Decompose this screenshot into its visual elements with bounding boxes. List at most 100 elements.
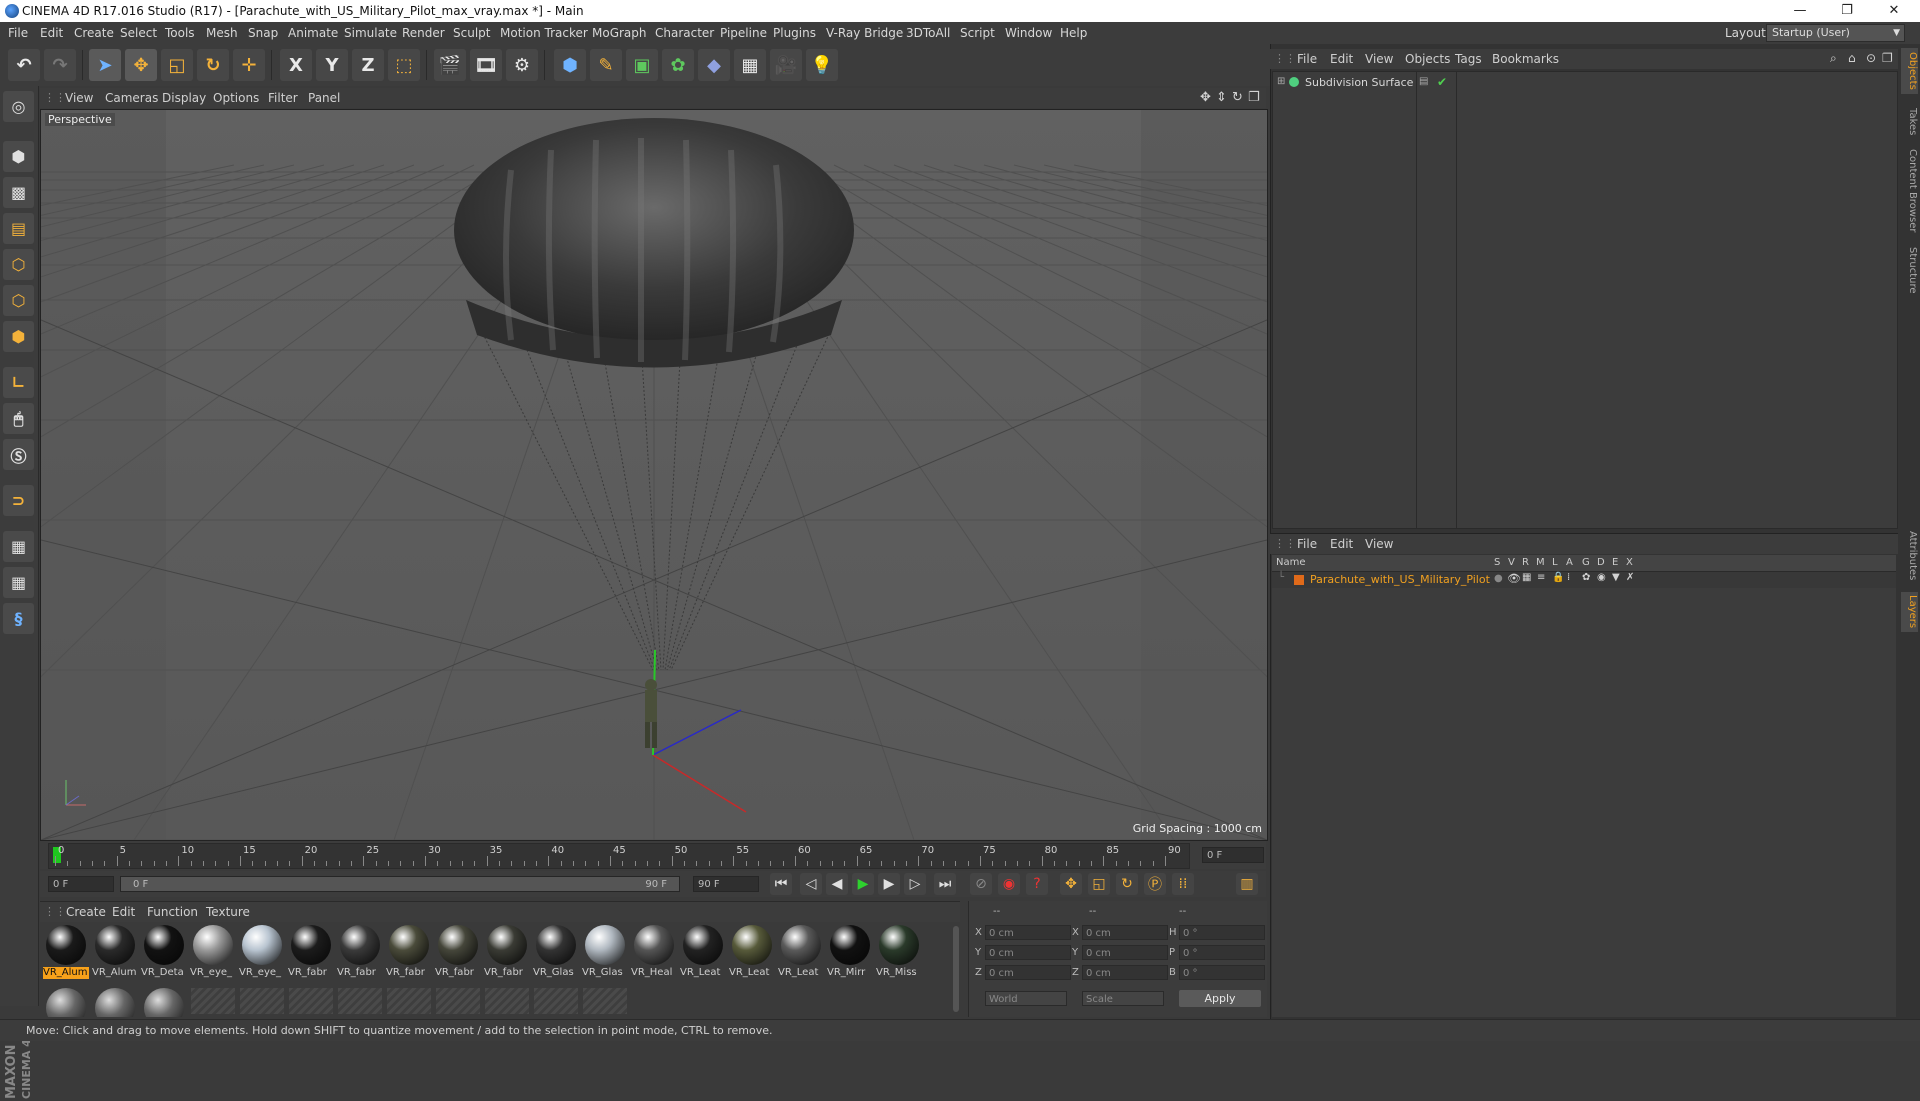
visibility-toggle-icon[interactable]: ▤ [1419, 76, 1428, 87]
material-swatch[interactable]: VR_Mirr [827, 925, 873, 983]
add-subdivision-button[interactable]: ▣ [626, 49, 658, 81]
pos-x-field[interactable]: 0 cm [985, 925, 1071, 940]
viewport-zoom-icon[interactable]: ⇕ [1216, 90, 1227, 105]
menu-tools[interactable]: Tools [165, 26, 195, 40]
next-frame-button[interactable]: ▶ [878, 873, 900, 895]
add-camera-button[interactable]: 🎥 [770, 49, 802, 81]
y-axis-lock-button[interactable]: Y [316, 49, 348, 81]
add-deformer-button[interactable]: ◆ [698, 49, 730, 81]
menu-help[interactable]: Help [1060, 26, 1087, 40]
layer-col-manager[interactable]: M [1536, 557, 1545, 568]
points-mode-button[interactable]: ⬡ [3, 249, 34, 280]
menu-snap[interactable]: Snap [248, 26, 278, 40]
redo-button[interactable]: ↷ [44, 49, 76, 81]
material-swatch[interactable]: VR_eye_ [190, 925, 236, 983]
close-button[interactable]: ✕ [1874, 2, 1914, 20]
enabled-check-icon[interactable]: ✔ [1437, 75, 1447, 89]
viewport-menu-view[interactable]: View [65, 91, 93, 105]
layer-menu-edit[interactable]: Edit [1330, 537, 1353, 551]
tweak-mode-button[interactable]: 🖱 [3, 403, 34, 434]
tab-structure[interactable]: Structure [1901, 244, 1918, 296]
timeline-ruler[interactable]: 0 5 10 15 20 25 30 35 40 45 50 55 60 65 70 75 80 85 90 0 F [40, 841, 1266, 869]
object-menu-edit[interactable]: Edit [1330, 52, 1353, 66]
rot-h-field[interactable]: 0 ° [1179, 925, 1265, 940]
workplane-mode-button[interactable]: ▤ [3, 213, 34, 244]
tab-content-browser[interactable]: Content Browser [1901, 148, 1918, 234]
menu-plugins[interactable]: Plugins [773, 26, 816, 40]
menu-motion-tracker[interactable]: Motion Tracker [500, 26, 588, 40]
expand-plus-icon[interactable]: ⊞ [1277, 76, 1285, 87]
material-swatch[interactable]: VR_fabr [288, 925, 334, 983]
timeline-track[interactable]: 0 5 10 15 20 25 30 35 40 45 50 55 60 65 70 75 80 85 90 [48, 843, 1190, 869]
go-to-end-button[interactable]: ⏭ [934, 873, 956, 895]
material-swatch[interactable]: VR_Glas [533, 925, 579, 983]
material-swatch[interactable]: VR_Deta [141, 925, 187, 983]
make-editable-button[interactable]: ◎ [3, 91, 34, 122]
layout-dropdown[interactable]: Startup (User) ▼ [1766, 24, 1905, 42]
material-menu-create[interactable]: Create [66, 905, 106, 919]
rot-b-field[interactable]: 0 ° [1179, 965, 1265, 980]
next-key-button[interactable]: ▷ [904, 873, 926, 895]
menu-simulate[interactable]: Simulate [344, 26, 397, 40]
object-menu-tags[interactable]: Tags [1455, 52, 1482, 66]
minimize-button[interactable]: — [1780, 2, 1820, 20]
menu-character[interactable]: Character [655, 26, 714, 40]
material-menu-function[interactable]: Function [147, 905, 198, 919]
lock-icon[interactable]: 🔒 [1552, 572, 1564, 583]
material-swatch[interactable]: VR_Leat [729, 925, 775, 983]
play-button[interactable]: ▶ [852, 873, 874, 895]
record-button[interactable]: ◉ [998, 873, 1020, 895]
material-swatch[interactable]: VR_fabr [435, 925, 481, 983]
material-swatch[interactable]: VR_Alum [43, 925, 89, 983]
viewport-menu-options[interactable]: Options [213, 91, 259, 105]
menu-pipeline[interactable]: Pipeline [720, 26, 767, 40]
size-z-field[interactable]: 0 cm [1082, 965, 1168, 980]
menu-edit[interactable]: Edit [40, 26, 63, 40]
workplane-lock-button[interactable]: ▦ [3, 531, 34, 562]
texture-mode-button[interactable]: ▩ [3, 177, 34, 208]
viewport-menu-filter[interactable]: Filter [268, 91, 298, 105]
edges-mode-button[interactable]: ⬡ [3, 285, 34, 316]
menu-mograph[interactable]: MoGraph [592, 26, 647, 40]
autokey-button[interactable]: ? [1026, 873, 1048, 895]
workplane-rotate-button[interactable]: ▦ [3, 567, 34, 598]
add-floor-button[interactable]: ▦ [734, 49, 766, 81]
solo-dot-icon[interactable]: ● [1494, 573, 1503, 584]
size-x-field[interactable]: 0 cm [1082, 925, 1168, 940]
render-picture-viewer-button[interactable]: 🎞 [470, 49, 502, 81]
object-row-subdivision[interactable]: ⊞ Subdivision Surface ▤ ✔ [1273, 75, 1897, 92]
key-parameter-button[interactable]: Ⓟ [1144, 873, 1166, 895]
layer-name[interactable]: Parachute_with_US_Military_Pilot [1310, 573, 1490, 586]
tab-attributes[interactable]: Attributes [1901, 528, 1918, 584]
perspective-viewport[interactable]: Perspective Grid Spacing : 1000 cm [40, 109, 1268, 841]
tab-objects[interactable]: Objects [1901, 48, 1918, 94]
layer-col-expressions[interactable]: E [1612, 557, 1618, 568]
viewport-menu-panel[interactable]: Panel [308, 91, 340, 105]
material-menu-texture[interactable]: Texture [206, 905, 250, 919]
material-swatch[interactable]: VR_Heal [631, 925, 677, 983]
layer-col-name[interactable]: Name [1276, 557, 1306, 568]
size-y-field[interactable]: 0 cm [1082, 945, 1168, 960]
coordinate-system-button[interactable]: ⬚ [388, 49, 420, 81]
menu-vray-bridge[interactable]: V-Ray Bridge [826, 26, 903, 40]
model-mode-button[interactable]: ⬢ [3, 141, 34, 172]
go-to-start-button[interactable]: ⏮ [770, 873, 792, 895]
material-swatch[interactable]: VR_fabr [386, 925, 432, 983]
scale-tool-button[interactable]: ◱ [161, 49, 193, 81]
material-swatch[interactable]: VR_Miss [876, 925, 922, 983]
object-menu-file[interactable]: File [1297, 52, 1317, 66]
layer-col-xref[interactable]: X [1626, 557, 1633, 568]
layer-row[interactable]: └ Parachute_with_US_Military_Pilot ● 👁 ▦… [1272, 572, 1896, 588]
material-swatch[interactable]: VR_Glas [582, 925, 628, 983]
layer-col-locked[interactable]: L [1552, 557, 1558, 568]
viewport-camera-label[interactable]: Perspective [45, 113, 115, 126]
home-icon[interactable]: ⌂ [1848, 51, 1856, 65]
material-swatch[interactable]: VR_Alum [92, 925, 138, 983]
add-mograph-button[interactable]: ✿ [662, 49, 694, 81]
polygons-mode-button[interactable]: ⬢ [3, 321, 34, 352]
menu-create[interactable]: Create [74, 26, 114, 40]
size-mode-dropdown[interactable]: Scale [1082, 991, 1164, 1006]
layer-menu-file[interactable]: File [1297, 537, 1317, 551]
viewport-maximize-icon[interactable]: ❐ [1248, 90, 1260, 105]
expression-icon[interactable]: ▼ [1612, 572, 1620, 583]
